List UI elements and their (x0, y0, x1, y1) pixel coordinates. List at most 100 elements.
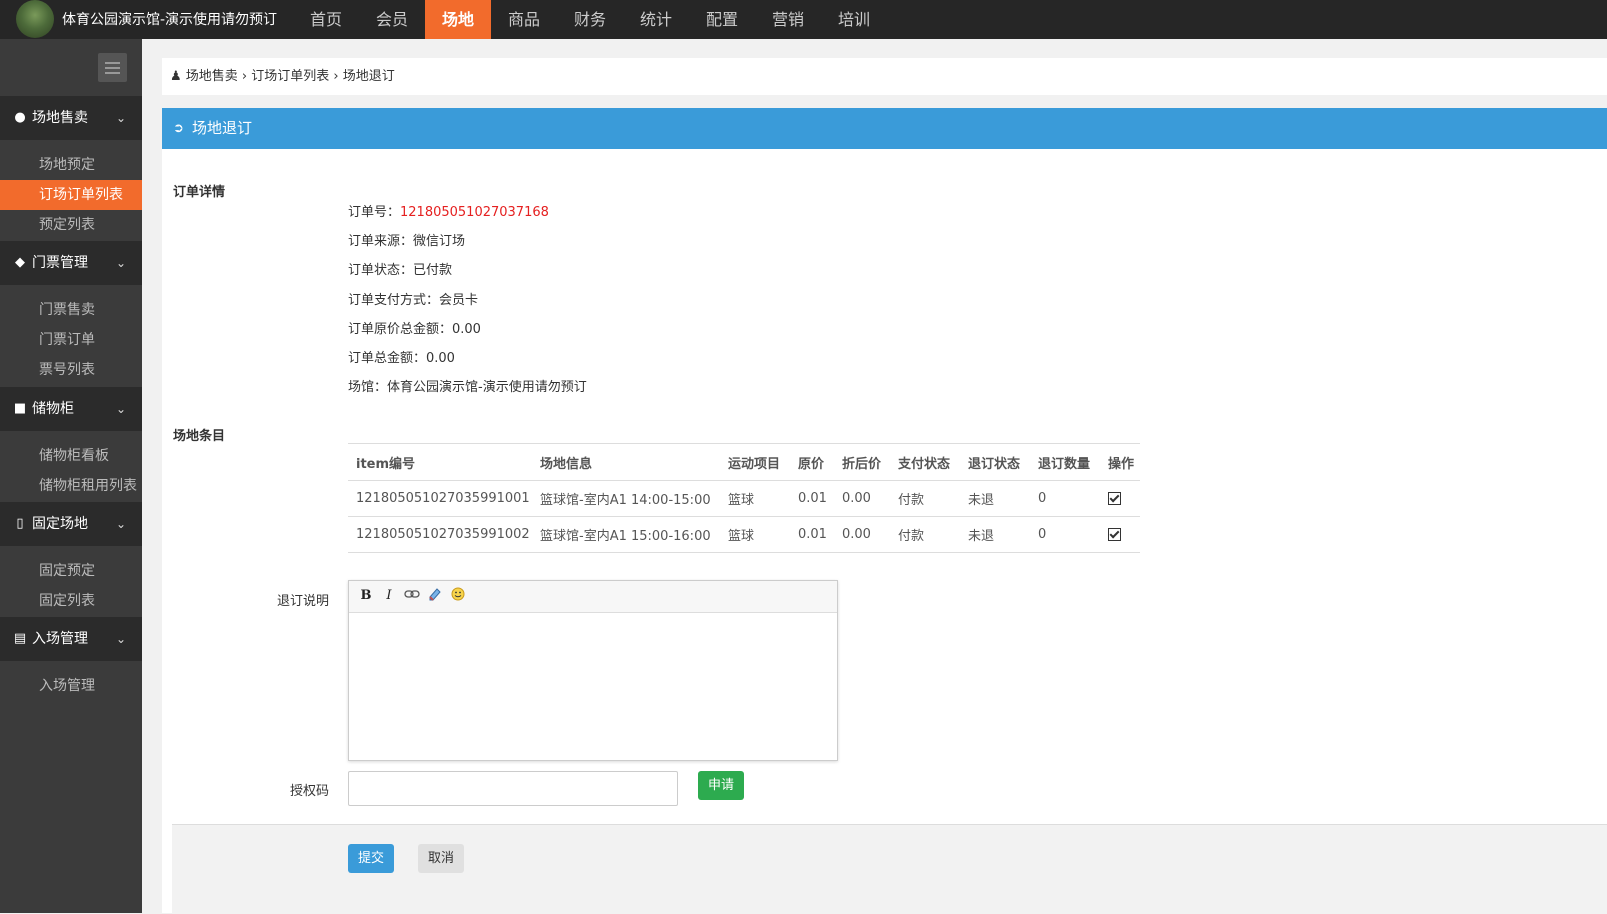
col-discount-price: 折后价 (834, 443, 890, 481)
refund-note-label: 退订说明 (276, 594, 329, 609)
user-icon: ♟ (170, 69, 182, 84)
sidebar-group-entry: ▤ 入场管理 ⌄ 入场管理 (0, 617, 142, 701)
main-nav: 首页 会员 场地 商品 财务 统计 配置 营销 培训 (293, 0, 887, 39)
nav-finance[interactable]: 财务 (557, 0, 623, 39)
sidebar-item-fixed-list[interactable]: 固定列表 (0, 586, 142, 616)
sidebar-group-fixed-venue: ▯ 固定场地 ⌄ 固定预定 固定列表 (0, 502, 142, 616)
sidebar-group-header-lockers[interactable]: ■ 储物柜 ⌄ (0, 387, 142, 431)
apply-button[interactable]: 申请 (698, 771, 744, 800)
cell-sport: 篮球 (720, 480, 790, 517)
auth-code-input[interactable] (348, 771, 678, 806)
order-number-value: 121805051027037168 (400, 205, 549, 220)
chevron-down-icon: ⌄ (115, 402, 126, 416)
sidebar-item-order-list[interactable]: 订场订单列表 (0, 180, 142, 210)
sidebar-item-venue-booking[interactable]: 场地预定 (0, 150, 142, 180)
auth-code-label: 授权码 (289, 784, 329, 799)
table-row: 121805051027035991002 篮球馆-室内A1 15:00-16:… (348, 516, 1140, 553)
nav-venue[interactable]: 场地 (425, 0, 491, 39)
nav-stats[interactable]: 统计 (623, 0, 689, 39)
row-select-checkbox[interactable] (1108, 492, 1121, 505)
nav-marketing[interactable]: 营销 (755, 0, 821, 39)
table-row: 121805051027035991001 篮球馆-室内A1 14:00-15:… (348, 480, 1140, 517)
sidebar-item-ticket-orders[interactable]: 门票订单 (0, 325, 142, 355)
sidebar-item-entry-management[interactable]: 入场管理 (0, 671, 142, 701)
cell-refund-status: 未退 (960, 480, 1030, 517)
sidebar-item-ticket-sales[interactable]: 门票售卖 (0, 295, 142, 325)
italic-icon[interactable]: I (380, 587, 398, 605)
cell-sport: 篮球 (720, 516, 790, 553)
cancel-button[interactable]: 取消 (418, 844, 464, 873)
sidebar-group-label: 固定场地 (32, 516, 88, 532)
col-item-number: item编号 (348, 443, 532, 481)
cell-action (1100, 480, 1140, 517)
nav-goods[interactable]: 商品 (491, 0, 557, 39)
chevron-down-icon: ⌄ (115, 256, 126, 270)
cell-refund-qty: 0 (1030, 480, 1100, 517)
venue-logo (16, 0, 54, 38)
order-status: 订单状态：已付款 (348, 263, 453, 278)
form-actions: 提交 取消 (172, 824, 1607, 914)
cell-venue-info: 篮球馆-室内A1 15:00-16:00 (532, 516, 720, 553)
sidebar-group-header-venue-sales[interactable]: ● 场地售卖 ⌄ (0, 96, 142, 140)
sidebar-item-reservation-list[interactable]: 预定列表 (0, 210, 142, 240)
cell-action (1100, 516, 1140, 553)
order-original-total: 订单原价总金额：0.00 (348, 322, 481, 337)
sidebar-toggle-menu-icon[interactable] (98, 53, 127, 82)
editor-content-area[interactable] (349, 613, 837, 760)
page-title: 场地退订 (192, 119, 253, 137)
row-select-checkbox[interactable] (1108, 528, 1121, 541)
sidebar-item-fixed-booking[interactable]: 固定预定 (0, 556, 142, 586)
bookmark-icon: ▯ (16, 516, 24, 531)
globe-icon: ● (14, 110, 26, 125)
sidebar-group-header-fixed-venue[interactable]: ▯ 固定场地 ⌄ (0, 502, 142, 546)
sidebar-group-header-tickets[interactable]: ◆ 门票管理 ⌄ (0, 241, 142, 285)
venue-items-label: 场地条目 (173, 429, 226, 444)
editor-toolbar: B I (349, 581, 837, 613)
sidebar-group-tickets: ◆ 门票管理 ⌄ 门票售卖 门票订单 票号列表 (0, 241, 142, 385)
nav-training[interactable]: 培训 (821, 0, 887, 39)
table-header-row: item编号 场地信息 运动项目 原价 折后价 支付状态 退订状态 退订数量 操… (348, 443, 1140, 481)
breadcrumb: ♟ 场地售卖 › 订场订单列表 › 场地退订 (162, 58, 1607, 95)
order-number-label: 订单号： (348, 205, 401, 220)
emoji-icon[interactable] (449, 587, 467, 605)
cell-discount-price: 0.00 (834, 516, 890, 553)
cell-original-price: 0.01 (790, 480, 834, 517)
cell-pay-status: 付款 (890, 516, 960, 553)
cube-icon: ■ (13, 401, 27, 416)
col-sport: 运动项目 (720, 443, 790, 481)
col-venue-info: 场地信息 (532, 443, 720, 481)
order-number: 订单号：121805051027037168 (348, 201, 549, 220)
sidebar-group-header-entry[interactable]: ▤ 入场管理 ⌄ (0, 617, 142, 661)
sidebar-item-ticket-numbers[interactable]: 票号列表 (0, 355, 142, 385)
cell-refund-qty: 0 (1030, 516, 1100, 553)
cell-pay-status: 付款 (890, 480, 960, 517)
nav-config[interactable]: 配置 (689, 0, 755, 39)
nav-home[interactable]: 首页 (293, 0, 359, 39)
id-card-icon: ▤ (13, 631, 27, 646)
link-icon[interactable] (403, 587, 421, 605)
cell-item-number: 121805051027035991001 (348, 480, 532, 517)
chevron-down-icon: ⌄ (115, 111, 126, 125)
sidebar-group-label: 储物柜 (32, 401, 74, 417)
sidebar-item-locker-board[interactable]: 储物柜看板 (0, 441, 142, 471)
col-refund-qty: 退订数量 (1030, 443, 1100, 481)
cell-venue-info: 篮球馆-室内A1 14:00-15:00 (532, 480, 720, 517)
panel-header: ➲ 场地退订 (162, 108, 1607, 149)
submit-button[interactable]: 提交 (348, 844, 394, 873)
cell-refund-status: 未退 (960, 516, 1030, 553)
col-refund-status: 退订状态 (960, 443, 1030, 481)
sidebar-group-venue-sales: ● 场地售卖 ⌄ 场地预定 订场订单列表 预定列表 (0, 96, 142, 240)
sidebar-group-lockers: ■ 储物柜 ⌄ 储物柜看板 储物柜租用列表 (0, 387, 142, 501)
eraser-icon[interactable] (426, 587, 444, 605)
refund-note-editor: B I (348, 580, 838, 761)
nav-members[interactable]: 会员 (359, 0, 425, 39)
chevron-down-icon: ⌄ (115, 632, 126, 646)
sidebar-group-label: 场地售卖 (32, 110, 88, 126)
bold-icon[interactable]: B (357, 587, 375, 605)
venue-items-table: item编号 场地信息 运动项目 原价 折后价 支付状态 退订状态 退订数量 操… (348, 443, 1140, 553)
sidebar: ● 场地售卖 ⌄ 场地预定 订场订单列表 预定列表 ◆ 门票管理 ⌄ 门票售卖 … (0, 39, 142, 913)
sign-out-icon: ➲ (173, 121, 184, 136)
sidebar-item-locker-rentals[interactable]: 储物柜租用列表 (0, 471, 142, 501)
order-pay-method: 订单支付方式：会员卡 (348, 293, 479, 308)
col-pay-status: 支付状态 (890, 443, 960, 481)
